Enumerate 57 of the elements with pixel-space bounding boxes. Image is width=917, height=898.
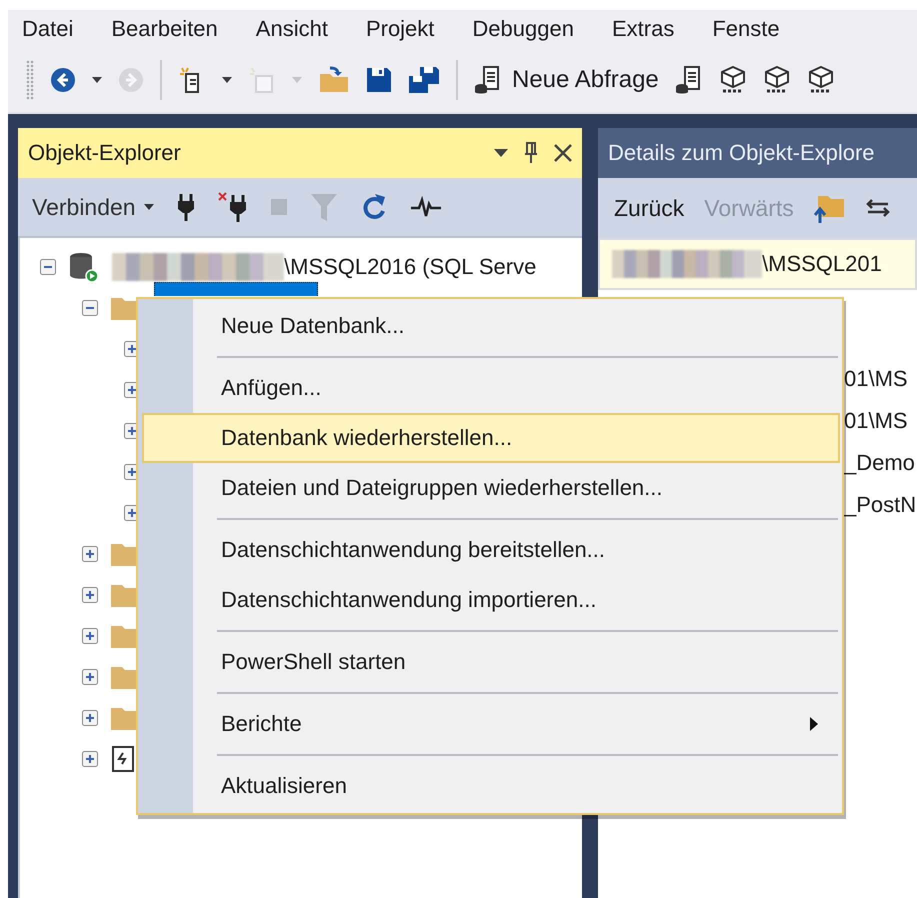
menu-item[interactable]: Fenste (702, 16, 794, 42)
log-icon (110, 744, 136, 772)
list-item[interactable]: _Demo (844, 450, 915, 476)
path-text: \MSSQL201 (762, 251, 882, 277)
menu-item[interactable]: Dateien und Dateigruppen wiederherstellen... (142, 463, 840, 513)
folder-up-icon[interactable] (814, 193, 846, 223)
expand-icon[interactable] (82, 668, 98, 684)
menu-item[interactable]: Neue Datenbank... (142, 301, 840, 351)
menu-item[interactable]: Datenschichtanwendung importieren... (142, 575, 840, 625)
new-query-button[interactable]: Neue Abfrage (474, 65, 659, 95)
plug-icon[interactable] (176, 193, 196, 221)
database-server-icon (68, 250, 100, 282)
collapse-icon[interactable] (82, 300, 98, 316)
back-button[interactable]: Zurück (614, 194, 684, 222)
menu-item[interactable]: Datei (12, 16, 88, 42)
caret-icon[interactable] (222, 77, 232, 83)
collapse-icon[interactable] (40, 258, 56, 274)
expand-icon[interactable] (82, 586, 98, 602)
menu-item[interactable]: Extras (602, 16, 688, 42)
list-item[interactable]: 01\MS (844, 366, 908, 392)
save-icon[interactable] (366, 67, 392, 93)
pin-icon[interactable] (524, 142, 538, 164)
cube-icon[interactable] (718, 65, 747, 95)
expand-icon[interactable] (82, 628, 98, 644)
menu-item[interactable]: Datenbank wiederherstellen... (142, 413, 840, 463)
menu-item[interactable]: Anfügen... (142, 363, 840, 413)
list-item[interactable]: _PostN (844, 492, 916, 518)
submenu-arrow-icon (810, 717, 818, 731)
expand-icon[interactable] (82, 546, 98, 562)
expand-icon[interactable] (82, 710, 98, 726)
toolbar-grip[interactable] (26, 60, 34, 100)
menu-item[interactable]: Berichte (142, 699, 840, 749)
caret-icon[interactable] (92, 77, 102, 83)
cube-icon[interactable] (762, 65, 791, 95)
selected-node-highlight[interactable] (154, 282, 318, 296)
menu-item[interactable]: Ansicht (246, 16, 342, 42)
expand-icon[interactable] (82, 750, 98, 766)
menu-item[interactable]: Projekt (356, 16, 448, 42)
cube-icon[interactable] (806, 65, 835, 95)
pulse-icon[interactable] (410, 195, 442, 219)
menu-item[interactable]: Datenschichtanwendung bereitstellen... (142, 525, 840, 575)
tree-node-label[interactable]: \MSSQL2016 (SQL Serve (284, 254, 536, 280)
list-item[interactable]: 01\MS (844, 408, 908, 434)
caret-icon (144, 204, 154, 210)
open-folder-icon[interactable] (318, 66, 350, 94)
panel-title: Details zum Objekt-Explore (608, 140, 875, 166)
menu-item[interactable]: Bearbeiten (101, 16, 232, 42)
panel-title: Objekt-Explorer (28, 140, 181, 166)
document-database-icon[interactable] (674, 65, 703, 95)
save-all-icon[interactable] (408, 66, 440, 94)
connect-dropdown[interactable]: Verbinden (32, 194, 154, 220)
menu-item[interactable]: Aktualisieren (142, 761, 840, 811)
dropdown-icon[interactable] (494, 149, 508, 157)
menu-item[interactable]: PowerShell starten (142, 637, 840, 687)
menu-item[interactable]: Debuggen (462, 16, 588, 42)
unplug-icon[interactable] (218, 192, 248, 222)
close-icon[interactable] (554, 144, 572, 162)
